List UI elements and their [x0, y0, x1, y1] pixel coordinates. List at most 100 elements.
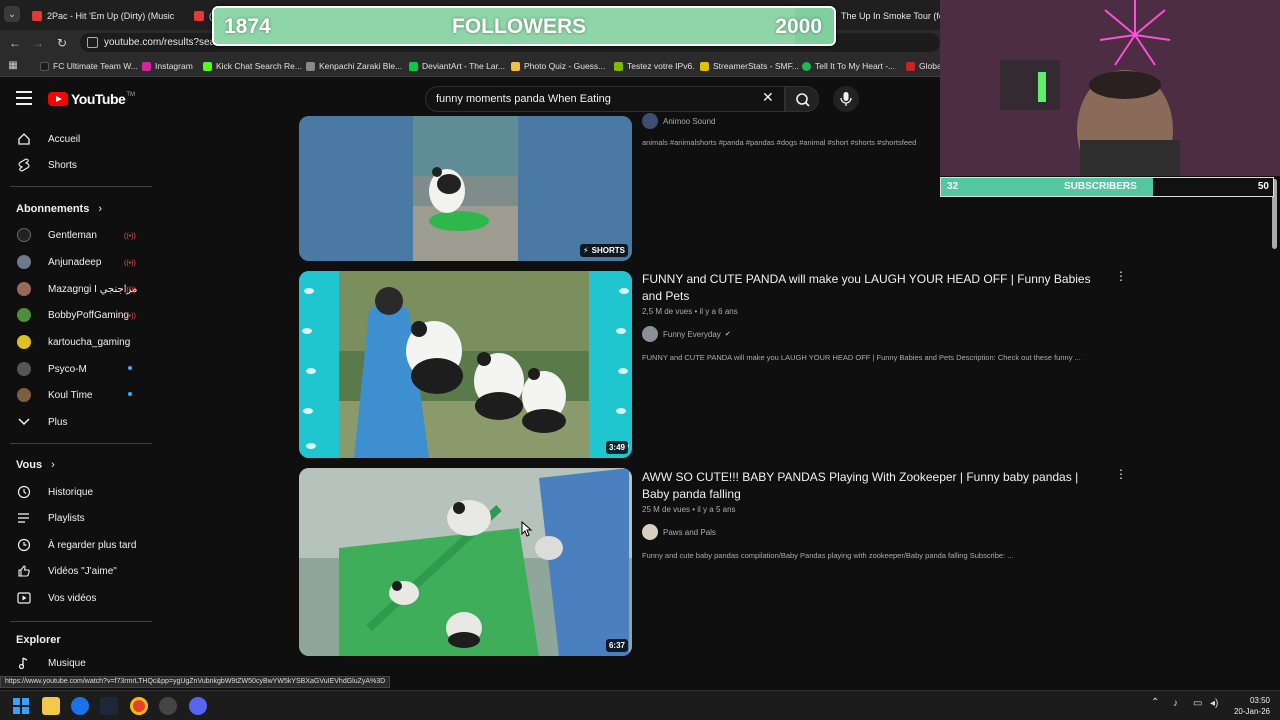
sidebar-item-subscription[interactable]: Gentleman ((•)): [0, 222, 154, 248]
tray-network-icon[interactable]: ▭: [1193, 698, 1202, 709]
search-button[interactable]: [785, 86, 819, 112]
sidebar-item-home[interactable]: Accueil: [0, 126, 154, 152]
bookmark-favicon-icon: [614, 61, 623, 71]
sidebar-item-subscription[interactable]: kartoucha_gaming: [0, 329, 154, 355]
bookmark-item[interactable]: StreamerStats - SMF...: [700, 59, 799, 73]
tab-list-button[interactable]: ⌄: [4, 6, 20, 22]
sidebar-item-music[interactable]: Musique: [0, 650, 154, 676]
taskbar-clock[interactable]: 03:50 20-Jan-26: [1228, 695, 1270, 717]
bookmark-item[interactable]: Instagram: [142, 59, 193, 73]
bookmark-item[interactable]: Photo Quiz - Guess...: [511, 59, 605, 73]
more-options-icon[interactable]: ⋮: [1115, 270, 1127, 282]
channel-link[interactable]: Paws and Pals: [642, 524, 716, 540]
browser-tab[interactable]: 2Pac - Hit 'Em Up (Dirty) (Music ✕: [26, 4, 178, 28]
video-description: Funny and cute baby pandas compilation/B…: [642, 551, 1014, 560]
chrome-icon[interactable]: [130, 697, 148, 715]
tray-chevron-icon[interactable]: ⌃: [1151, 697, 1159, 708]
file-explorer-icon[interactable]: [42, 697, 60, 715]
video-thumbnail[interactable]: 6:37: [299, 468, 632, 656]
sidebar-divider: [10, 186, 152, 187]
forward-arrow-icon[interactable]: →: [29, 34, 47, 52]
like-icon: [16, 563, 32, 579]
bookmark-item[interactable]: Globa: [906, 59, 942, 73]
bookmark-favicon-icon: [306, 61, 315, 71]
bookmark-item[interactable]: Kenpachi Zaraki Ble...: [306, 59, 402, 73]
history-icon: [16, 484, 32, 500]
bookmark-item[interactable]: Tell It To My Heart -...: [802, 59, 895, 73]
channel-link[interactable]: Animoo Sound: [642, 113, 715, 129]
site-info-icon[interactable]: [87, 37, 98, 48]
bookmark-item[interactable]: Kick Chat Search Re...: [203, 59, 302, 73]
sidebar-item-subscription[interactable]: Mazagngi I مزاجنجي ((•)): [0, 276, 154, 302]
shorts-badge: ⚡ SHORTS: [580, 244, 628, 257]
steam-icon[interactable]: [100, 697, 118, 715]
verified-icon: ✔: [724, 331, 731, 338]
bookmark-item[interactable]: Testez votre IPv6.: [614, 59, 695, 73]
browser-tab[interactable]: The Up In Smoke Tour (featu: [826, 4, 940, 28]
youtube-favicon-icon: [194, 11, 204, 21]
voice-search-button[interactable]: [833, 86, 859, 112]
discord-icon[interactable]: [189, 697, 207, 715]
you-heading[interactable]: Vous ›: [16, 459, 55, 471]
bookmark-favicon-icon: [700, 61, 709, 71]
new-content-dot: [128, 392, 132, 396]
webcam-image: [940, 0, 1280, 176]
obs-icon[interactable]: [159, 697, 177, 715]
sidebar-item-subscription[interactable]: BobbyPoffGaming ((•)): [0, 302, 154, 328]
subscriptions-heading[interactable]: Abonnements ›: [16, 203, 102, 215]
apps-grid-icon[interactable]: ▦: [4, 57, 22, 75]
bookmark-favicon-icon: [40, 61, 49, 71]
sidebar-item-shorts[interactable]: Shorts: [0, 152, 154, 178]
back-arrow-icon[interactable]: ←: [6, 34, 24, 52]
channel-avatar: [642, 113, 658, 129]
sidebar-item-subscription[interactable]: Koul Time: [0, 382, 154, 408]
more-options-icon[interactable]: ⋮: [1115, 468, 1127, 480]
sidebar-item-watch-later[interactable]: À regarder plus tard: [0, 532, 154, 558]
thumbnail-image: [299, 271, 632, 458]
video-duration: 6:37: [605, 639, 628, 652]
followers-goal: 2000: [775, 15, 822, 38]
browser-tab[interactable]: (4: [188, 4, 212, 28]
chevron-right-icon: ›: [51, 459, 55, 471]
avatar: [17, 255, 31, 269]
video-thumbnail[interactable]: ⚡ SHORTS: [299, 116, 632, 261]
page-scrollbar[interactable]: [1270, 119, 1280, 675]
avatar: [17, 308, 31, 322]
menu-icon[interactable]: [16, 91, 32, 105]
webcam-feed: [940, 0, 1280, 176]
sidebar-item-playlists[interactable]: Playlists: [0, 505, 154, 531]
video-title[interactable]: AWW SO CUTE!!! BABY PANDAS Playing With …: [642, 469, 1102, 503]
video-meta: 2,5 M de vues • il y a 6 ans: [642, 307, 738, 316]
bookmark-item[interactable]: FC Ultimate Team W...: [40, 59, 138, 73]
your-videos-icon: [16, 590, 32, 606]
sidebar-item-your-videos[interactable]: Vos vidéos: [0, 585, 154, 611]
spotify-icon: [802, 61, 811, 71]
kick-icon: [203, 61, 212, 71]
followers-current: 1874: [224, 15, 271, 38]
avatar: [17, 388, 31, 402]
youtube-logo[interactable]: YouTube TM: [48, 91, 135, 107]
sidebar-item-history[interactable]: Historique: [0, 479, 154, 505]
address-text: youtube.com/results?search: [104, 37, 230, 48]
windows-start-icon[interactable]: [12, 697, 30, 715]
youtube-play-icon: [48, 92, 68, 106]
tray-mic-icon[interactable]: ♪: [1173, 698, 1178, 709]
video-title[interactable]: FUNNY and CUTE PANDA will make you LAUGH…: [642, 271, 1102, 305]
mouse-cursor-icon: [521, 521, 533, 537]
reload-icon[interactable]: ↻: [53, 34, 71, 52]
clear-search-icon[interactable]: ✕: [762, 89, 774, 106]
bookmark-item[interactable]: DeviantArt - The Lar...: [409, 59, 505, 73]
sidebar-item-more[interactable]: Plus: [0, 409, 154, 435]
sidebar-item-subscription[interactable]: Psyco-M: [0, 356, 154, 382]
channel-link[interactable]: Funny Everyday ✔: [642, 326, 731, 342]
video-thumbnail[interactable]: 3:49: [299, 271, 632, 458]
tray-volume-icon[interactable]: ◂): [1210, 698, 1218, 709]
sidebar-item-liked-videos[interactable]: Vidéos "J'aime": [0, 558, 154, 584]
subscribers-goal: 50: [1257, 181, 1269, 192]
outlook-icon[interactable]: [71, 697, 89, 715]
sidebar-item-subscription[interactable]: Anjunadeep ((•)): [0, 249, 154, 275]
avatar: [17, 335, 31, 349]
search-input[interactable]: funny moments panda When Eating: [425, 86, 785, 112]
followers-goal-overlay: 1874 FOLLOWERS 2000: [212, 6, 836, 46]
live-icon: ((•)): [124, 287, 136, 294]
